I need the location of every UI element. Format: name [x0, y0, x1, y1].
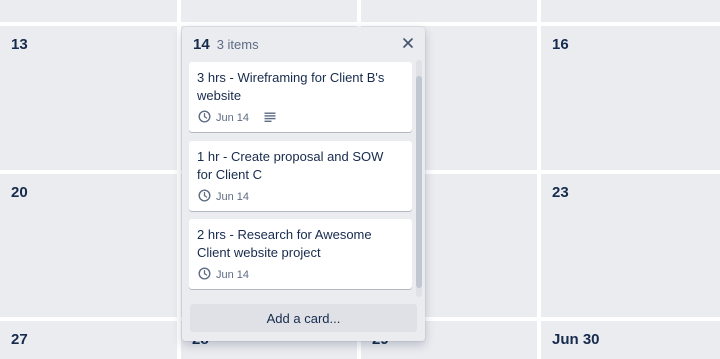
popup-item-count: 3 items [216, 37, 259, 52]
calendar-cell-20[interactable]: 20 [0, 174, 177, 317]
card-due-date: Jun 14 [216, 269, 250, 281]
calendar-cell-30[interactable]: Jun 30 [541, 321, 720, 359]
card-meta: Jun 14 [198, 189, 249, 205]
date-label: 20 [11, 184, 28, 201]
date-label: 23 [552, 184, 569, 201]
calendar-cell[interactable] [181, 0, 357, 22]
add-card-button[interactable]: Add a card... [190, 304, 417, 332]
calendar-cell[interactable] [361, 0, 537, 22]
card-title: 2 hrs - Research for Awesome Client webs… [197, 227, 372, 260]
calendar-cell-16[interactable]: 16 [541, 26, 720, 170]
calendar-cell-27[interactable]: 27 [0, 321, 177, 359]
day-popup: 14 3 items 3 hrs - Wireframing for Clien… [182, 27, 425, 341]
calendar-month-view: 13 16 20 23 27 28 29 Jun 30 14 3 items [0, 0, 720, 359]
card-title: 3 hrs - Wireframing for Client B's websi… [197, 70, 385, 103]
clock-icon [198, 189, 211, 205]
card-meta: Jun 14 [198, 267, 249, 283]
date-label: 16 [552, 36, 569, 53]
calendar-cell[interactable] [0, 0, 177, 22]
card[interactable]: 3 hrs - Wireframing for Client B's websi… [189, 62, 412, 132]
clock-icon [198, 110, 211, 126]
popup-day-number: 14 [193, 36, 210, 53]
close-icon[interactable] [401, 36, 415, 50]
calendar-cell-13[interactable]: 13 [0, 26, 177, 170]
popup-header: 14 3 items [193, 36, 259, 54]
date-label: Jun 30 [552, 331, 600, 348]
card[interactable]: 1 hr - Create proposal and SOW for Clien… [189, 141, 412, 211]
calendar-cell[interactable] [541, 0, 720, 22]
card-list[interactable]: 3 hrs - Wireframing for Client B's websi… [189, 62, 413, 294]
description-icon [264, 112, 276, 125]
date-label: 13 [11, 36, 28, 53]
card-title: 1 hr - Create proposal and SOW for Clien… [197, 149, 384, 182]
card-due-date: Jun 14 [216, 191, 250, 203]
clock-icon [198, 267, 211, 283]
date-label: 27 [11, 331, 28, 348]
scrollbar[interactable] [416, 60, 422, 297]
card-meta: Jun 14 [198, 110, 276, 126]
card-due-date: Jun 14 [216, 112, 250, 124]
card[interactable]: 2 hrs - Research for Awesome Client webs… [189, 219, 412, 289]
scrollbar-thumb[interactable] [416, 76, 422, 288]
calendar-cell-23[interactable]: 23 [541, 174, 720, 317]
